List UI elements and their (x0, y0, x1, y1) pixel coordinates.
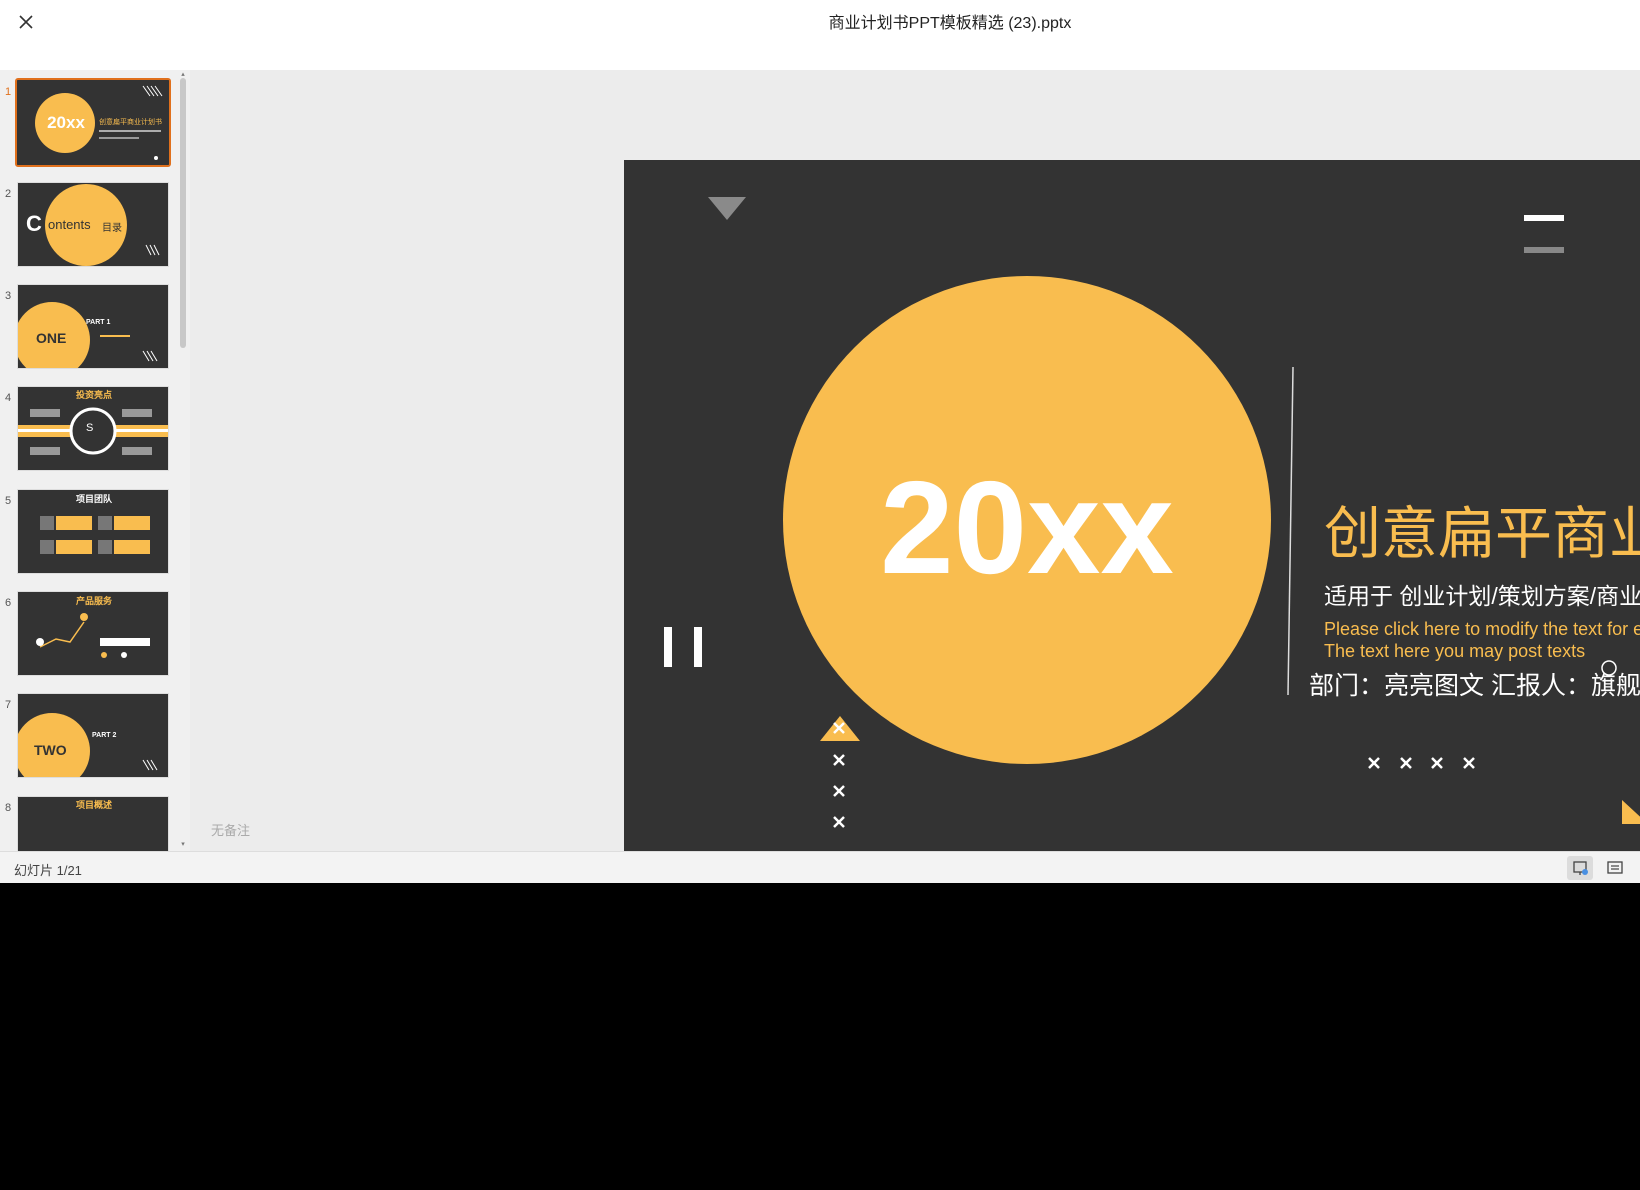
thumbnail-preview: ONE PART 1 (17, 284, 169, 369)
slide-thumbnail-panel[interactable]: 1 20xx 创意扁平商业计划书 2 C ontents 目录 3 ONE PA… (0, 70, 190, 851)
thumbnail-big-text: ontents (48, 217, 91, 232)
thumbnail-slide-2[interactable]: 2 C ontents 目录 (0, 182, 180, 272)
notes-view-icon (1607, 861, 1623, 874)
thumbnail-slide-8[interactable]: 8 项目概述 (0, 796, 180, 851)
status-bar: 幻灯片 1/21 (0, 851, 1640, 883)
thumbnail-preview: 产品服务 (17, 591, 169, 676)
thumbnail-caption: 投资亮点 (75, 390, 112, 400)
thumbnail-preview: S 投资亮点 (17, 386, 169, 471)
thumbnail-preview: 项目团队 (17, 489, 169, 574)
presentation-viewer: 商业计划书PPT模板精选 (23).pptx 1 20xx 创意扁平商业计划书 (0, 0, 1640, 883)
slide-english-text[interactable]: Please click here to modify the text for… (1324, 618, 1640, 662)
slide-department-line[interactable]: 部门：亮亮图文 汇报人：旗舰店 (1309, 666, 1640, 702)
thumbnail-number: 7 (5, 699, 12, 711)
document-title: 商业计划书PPT模板精选 (23).pptx (828, 15, 1072, 32)
thumbnail-number: 4 (5, 392, 12, 404)
thumbnail-preview: TWO PART 2 (17, 693, 169, 778)
thumbnail-number: 6 (5, 597, 12, 609)
thumbnail-caption: 项目团队 (75, 494, 112, 504)
thumbnail-caption: 创意扁平商业计划书 (99, 119, 162, 126)
scroll-down-arrow-icon[interactable]: ▾ (179, 841, 187, 848)
thumbnail-preview: 20xx 创意扁平商业计划书 (15, 78, 171, 167)
scrollbar-thumb[interactable] (180, 78, 186, 348)
thumbnail-number: 5 (5, 495, 12, 507)
thumbnail-caption: 目录 (102, 223, 122, 234)
slide-view-button[interactable] (1567, 856, 1593, 880)
thumbnail-preview: C ontents 目录 (17, 182, 169, 267)
slide-view-icon (1573, 861, 1588, 875)
title-bar: 商业计划书PPT模板精选 (23).pptx (0, 0, 1640, 70)
thumbnail-preview: 项目概述 (17, 796, 169, 851)
thumbnail-caption: PART 1 (86, 319, 111, 326)
slide-canvas: 20xx 创意扁平商业计划书 适用于 创业计划/策划方案/商业规划/市场分析 P… (190, 70, 1640, 853)
slide-subtitle[interactable]: 适用于 创业计划/策划方案/商业规划/市场分析 (1324, 577, 1640, 611)
thumbnail-number: 1 (5, 86, 12, 98)
thumbnail-big-text: TWO (34, 742, 67, 758)
thumbnail-number: 8 (5, 802, 12, 814)
slide-title[interactable]: 创意扁平商业计划书 (1324, 488, 1640, 570)
slide-year-text[interactable]: 20xx (782, 462, 1272, 594)
thumbnail-slide-5[interactable]: 5 项目团队 (0, 489, 180, 579)
thumbnail-scrollbar[interactable]: ▴ ▾ (179, 71, 187, 852)
thumbnail-slide-3[interactable]: 3 ONE PART 1 (0, 284, 180, 374)
thumbnail-big-text: ONE (36, 330, 67, 346)
thumbnail-number: 3 (5, 290, 12, 302)
thumbnail-big-prefix: C (26, 211, 42, 236)
slide-counter: 幻灯片 1/21 (14, 863, 82, 878)
english-line-1: Please click here to modify the text for… (1324, 619, 1640, 639)
speaker-notes[interactable]: 无备注 (211, 820, 250, 839)
thumbnail-number: 2 (5, 188, 12, 200)
notes-view-button[interactable] (1602, 856, 1628, 880)
current-slide[interactable]: 20xx 创意扁平商业计划书 适用于 创业计划/策划方案/商业规划/市场分析 P… (624, 160, 1640, 853)
thumbnail-slide-1[interactable]: 1 20xx 创意扁平商业计划书 (0, 78, 180, 170)
thumbnail-slide-7[interactable]: 7 TWO PART 2 (0, 693, 180, 783)
thumbnail-big-text: 20xx (47, 113, 85, 132)
thumbnail-caption: 项目概述 (75, 800, 112, 810)
thumbnail-slide-4[interactable]: 4 S 投资亮点 (0, 386, 180, 476)
thumbnail-big-text: S (86, 422, 94, 434)
english-line-2: The text here you may post texts (1324, 641, 1586, 661)
thumbnail-slide-6[interactable]: 6 产品服务 (0, 591, 180, 681)
thumbnail-caption: 产品服务 (75, 596, 112, 606)
thumbnail-caption: PART 2 (92, 732, 117, 739)
